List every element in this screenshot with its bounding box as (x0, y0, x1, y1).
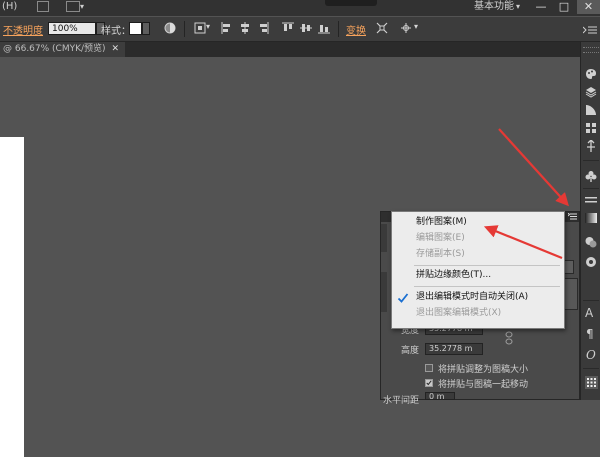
menu-separator (414, 265, 560, 266)
align-center-icon[interactable] (239, 22, 251, 34)
recolor-artwork-icon[interactable] (164, 22, 176, 34)
document-tab[interactable]: @ 66.67% (CMYK/预览) ✕ (0, 42, 125, 57)
svg-text:A: A (585, 306, 594, 318)
dock-separator (583, 188, 599, 189)
checkmark-icon (397, 293, 409, 303)
puppet-chevron-icon[interactable]: ▾ (414, 22, 418, 31)
svg-text:¶: ¶ (586, 327, 594, 339)
menu-item-auto-close[interactable]: 退出编辑模式时自动关闭(A) (416, 292, 528, 303)
height-field[interactable]: 35.2778 m (425, 343, 483, 355)
style-dropdown-button[interactable] (142, 22, 150, 35)
opentype-icon[interactable]: O (585, 348, 597, 360)
puppet-warp-icon[interactable] (400, 22, 412, 34)
pattern-options-menu: 制作图案(M) 编辑图案(E) 存储副本(S) 拼贴边缘颜色(T)... 退出编… (391, 211, 565, 329)
panel-menu-icon[interactable] (568, 213, 577, 220)
transform-link[interactable]: 变换 (346, 22, 366, 37)
layers-icon[interactable] (585, 86, 597, 98)
style-swatch[interactable] (129, 22, 142, 35)
dock-grip-handle[interactable] (583, 47, 599, 53)
document-title: @ 66.67% (CMYK/预览) (3, 44, 106, 54)
minimize-button[interactable]: — (530, 0, 552, 14)
transparency-icon[interactable] (585, 256, 597, 268)
workspace-switcher[interactable]: 基本功能 (474, 0, 514, 14)
resize-tile-checkbox[interactable] (425, 364, 433, 372)
align-middle-icon[interactable] (300, 22, 312, 34)
menu-item-exit-pattern-mode[interactable]: 退出图案编辑模式(X) (416, 308, 501, 319)
symbols-icon[interactable] (585, 140, 597, 152)
menu-item-edit-pattern[interactable]: 编辑图案(E) (416, 233, 465, 244)
dock-separator (583, 368, 599, 369)
dock-separator (583, 160, 599, 161)
club-icon[interactable] (585, 170, 597, 182)
move-tile-label: 将拼贴与图稿一起移动 (438, 380, 529, 390)
chevron-down-icon[interactable]: ▾ (80, 0, 84, 14)
isolate-icon[interactable] (376, 22, 388, 34)
separator (184, 21, 185, 37)
panel-side-strip (381, 224, 387, 252)
svg-text:O: O (586, 348, 596, 360)
workspace-chevron-icon[interactable]: ▾ (516, 0, 520, 14)
menu-separator (414, 286, 560, 287)
character-icon[interactable]: A (585, 306, 597, 318)
height-label: 高度 (401, 346, 420, 356)
document-close-icon[interactable]: ✕ (112, 44, 120, 54)
move-tile-checkbox[interactable] (425, 379, 433, 387)
panel-side-strip (381, 272, 387, 312)
align-top-icon[interactable] (282, 22, 294, 34)
menu-item-tile-edge-color[interactable]: 拼贴边缘颜色(T)... (416, 270, 491, 281)
brushes-icon[interactable] (585, 104, 597, 116)
maximize-button[interactable]: □ (553, 0, 575, 14)
tab-strip (125, 42, 580, 57)
close-button[interactable]: ✕ (577, 0, 600, 14)
align-icon[interactable] (585, 194, 597, 206)
swatches-icon[interactable] (585, 376, 598, 389)
menu-item-save-copy[interactable]: 存储副本(S) (416, 249, 465, 260)
separator (338, 21, 339, 37)
graphic-styles-icon[interactable] (585, 122, 597, 134)
bridge-icon[interactable] (37, 1, 49, 12)
control-bar: 不透明度 100% 样式： ▾ 变换 ▾ (0, 17, 600, 42)
resize-tile-label: 将拼贴调整为图稿大小 (438, 365, 529, 375)
align-left-icon[interactable] (221, 22, 233, 34)
panel-dock: A ¶ O (580, 42, 600, 400)
artboard[interactable] (0, 137, 24, 457)
palette-icon[interactable] (585, 68, 597, 80)
link-icon[interactable] (505, 331, 513, 345)
align-to-chevron-icon[interactable]: ▾ (206, 22, 210, 31)
pathfinder-icon[interactable] (585, 236, 597, 248)
center-tab-handle (325, 0, 377, 6)
style-label: 样式： (101, 26, 131, 37)
opacity-label[interactable]: 不透明度 (3, 22, 43, 37)
opacity-input[interactable]: 100% (48, 22, 96, 35)
align-bottom-icon[interactable] (318, 22, 330, 34)
h-spacing-field[interactable]: 0 m (425, 392, 455, 401)
align-right-icon[interactable] (257, 22, 269, 34)
gradient-icon[interactable] (585, 212, 597, 224)
menu-item-make-pattern[interactable]: 制作图案(M) (416, 217, 467, 228)
arrange-documents-icon[interactable] (66, 1, 80, 12)
dock-separator (583, 300, 599, 301)
align-to-icon[interactable] (194, 22, 206, 34)
paragraph-icon[interactable]: ¶ (585, 327, 597, 339)
menu-help[interactable]: (H) (2, 0, 17, 14)
control-panel-menu-icon[interactable] (583, 25, 597, 35)
menu-bar: (H) ▾ 基本功能 ▾ — □ ✕ (0, 0, 600, 16)
